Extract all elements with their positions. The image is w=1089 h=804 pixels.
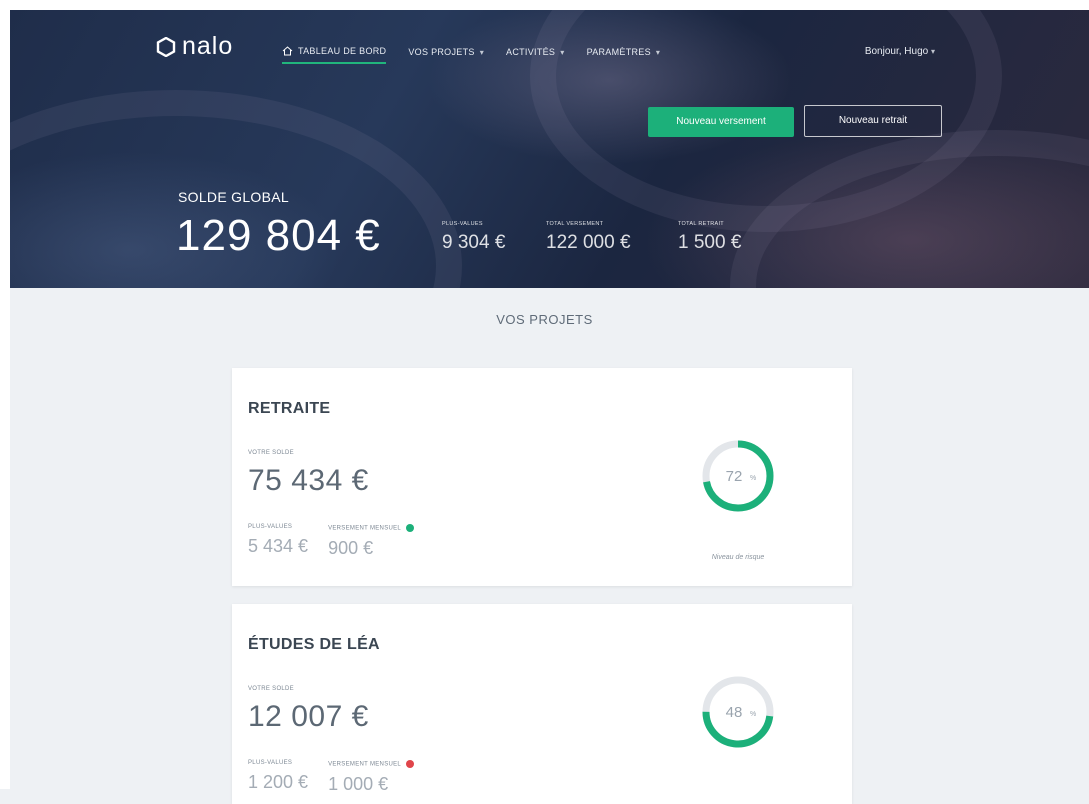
status-ok-icon	[406, 524, 415, 532]
stat-value: 9 304 €	[442, 232, 506, 253]
global-balance-value: 129 804 €	[176, 211, 381, 260]
nav-item-label: VOS PROJETS	[408, 47, 475, 57]
donut-percent-sign: %	[750, 475, 756, 482]
nav-item-activities[interactable]: ACTIVITÉS ▾	[506, 46, 565, 64]
gains-label: PLUS-VALUES	[248, 524, 293, 530]
project-gains: PLUS-VALUES 1 200 €	[248, 760, 308, 795]
stat-label: TOTAL RETRAIT	[678, 221, 724, 227]
home-icon	[282, 46, 293, 56]
nav-item-projects[interactable]: VOS PROJETS ▾	[408, 46, 484, 64]
nav-item-label: TABLEAU DE BORD	[298, 46, 387, 56]
stat-label: TOTAL VERSEMENT	[546, 221, 604, 227]
stat-value: 122 000 €	[546, 232, 631, 253]
nav-item-dashboard[interactable]: TABLEAU DE BORD	[282, 46, 387, 64]
stat-gains: PLUS-VALUES 9 304 €	[442, 221, 505, 254]
balance-label: VOTRE SOLDE	[248, 686, 294, 692]
hexagon-logo-icon	[156, 36, 176, 57]
monthly-label: VERSEMENT MENSUEL	[328, 524, 415, 532]
gains-value: 5 434 €	[248, 536, 309, 556]
stat-total-withdrawals: TOTAL RETRAIT 1 500 €	[678, 221, 741, 254]
monthly-label-text: VERSEMENT MENSUEL	[328, 525, 402, 532]
caret-down-icon: ▾	[479, 47, 485, 57]
nav-item-label: PARAMÈTRES	[586, 47, 651, 57]
project-card-retirement[interactable]: RETRAITE VOTRE SOLDE 75 434 € PLUS-VALUE…	[232, 368, 852, 586]
projects-section-title: VOS PROJETS	[496, 312, 593, 327]
brand-logo[interactable]: nalo	[156, 32, 233, 61]
new-deposit-button[interactable]: Nouveau versement	[648, 107, 794, 137]
project-monthly: VERSEMENT MENSUEL 1 000 €	[328, 760, 415, 795]
stat-value: 1 500 €	[678, 232, 742, 253]
stat-total-deposits: TOTAL VERSEMENT 122 000 €	[546, 221, 631, 254]
balance-label: VOTRE SOLDE	[248, 450, 294, 456]
user-menu[interactable]: Bonjour, Hugo ▾	[865, 46, 935, 57]
nav-item-label: ACTIVITÉS	[506, 47, 556, 57]
project-balance: 12 007 €	[248, 700, 369, 733]
project-title: RETRAITE	[248, 400, 331, 417]
status-warning-icon	[406, 760, 415, 768]
project-monthly: VERSEMENT MENSUEL 900 €	[328, 524, 415, 559]
project-card-education[interactable]: ÉTUDES DE LÉA VOTRE SOLDE 12 007 € PLUS-…	[232, 604, 852, 804]
donut-value: 72	[726, 468, 743, 485]
brand-name: nalo	[182, 32, 234, 60]
donut-percent-sign: %	[750, 711, 756, 718]
caret-down-icon: ▾	[930, 47, 935, 56]
project-title: ÉTUDES DE LÉA	[248, 636, 380, 653]
global-balance-label: SOLDE GLOBAL	[178, 189, 289, 205]
risk-donut: 72 %	[702, 440, 774, 512]
nav-item-settings[interactable]: PARAMÈTRES ▾	[587, 46, 661, 64]
hero-banner: nalo TABLEAU DE BORD VOS PROJETS ▾ ACTIV…	[10, 10, 1089, 288]
project-sub-stats: PLUS-VALUES 1 200 € VERSEMENT MENSUEL 1 …	[248, 760, 415, 795]
risk-caption: Niveau de risque	[711, 554, 765, 561]
donut-value: 48	[726, 704, 743, 721]
page: nalo TABLEAU DE BORD VOS PROJETS ▾ ACTIV…	[0, 0, 1089, 804]
caret-down-icon: ▾	[560, 47, 565, 57]
project-gains: PLUS-VALUES 5 434 €	[248, 524, 308, 559]
user-greeting: Bonjour, Hugo	[864, 46, 929, 57]
monthly-label: VERSEMENT MENSUEL	[328, 760, 415, 768]
risk-donut: 48 %	[702, 676, 774, 748]
new-withdrawal-button[interactable]: Nouveau retrait	[804, 105, 942, 137]
caret-down-icon: ▾	[655, 47, 661, 57]
gains-value: 1 200 €	[248, 772, 309, 792]
main-nav: TABLEAU DE BORD VOS PROJETS ▾ ACTIVITÉS …	[282, 46, 660, 64]
gains-label: PLUS-VALUES	[248, 760, 293, 766]
monthly-value: 900 €	[328, 538, 374, 558]
project-balance: 75 434 €	[248, 464, 369, 497]
monthly-value: 1 000 €	[328, 774, 389, 794]
stat-label: PLUS-VALUES	[442, 221, 483, 227]
monthly-label-text: VERSEMENT MENSUEL	[328, 761, 402, 768]
project-sub-stats: PLUS-VALUES 5 434 € VERSEMENT MENSUEL 90…	[248, 524, 415, 559]
